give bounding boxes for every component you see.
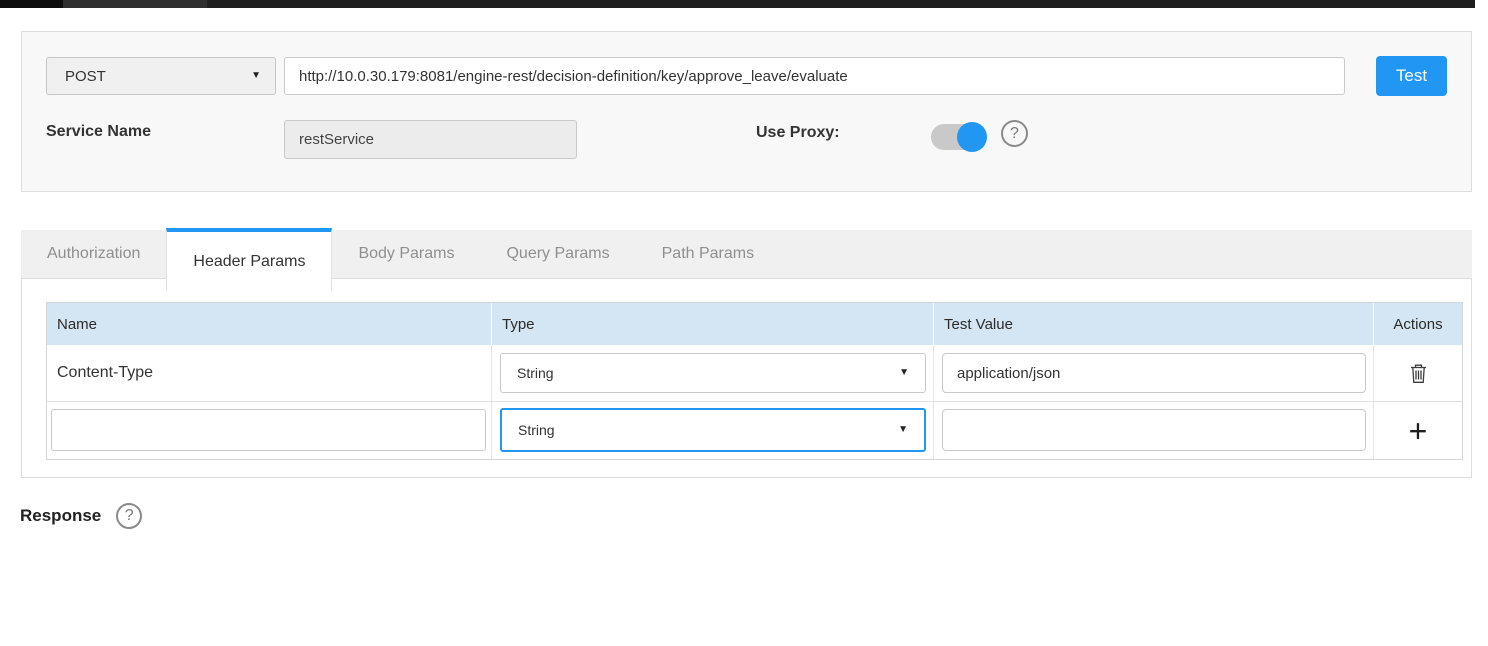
param-type-select-focused[interactable]: String ▼ [500,408,926,452]
table-row: Content-Type String ▼ [47,345,1462,401]
tab-body-params[interactable]: Body Params [332,230,480,278]
service-name-input[interactable] [284,120,577,159]
param-name-text: Content-Type [57,364,153,382]
use-proxy-label: Use Proxy: [756,124,840,142]
http-method-value: POST [65,68,106,85]
add-row-button[interactable]: + [1409,419,1428,443]
toggle-knob-icon [957,122,987,152]
column-header-test-value: Test Value [934,303,1374,345]
response-label: Response [20,506,101,526]
response-help-icon[interactable]: ? [116,503,142,529]
table-row: String ▼ + [47,401,1462,459]
tab-content-panel: Name Type Test Value Actions Content-Typ… [21,278,1472,478]
request-config-panel: POST ▼ Test Service Name Use Proxy: ? [21,31,1472,192]
tab-query-params[interactable]: Query Params [480,230,635,278]
param-type-value: String [518,422,555,438]
column-header-type: Type [492,303,934,345]
params-tab-bar: Authorization Header Params Body Params … [21,230,1472,278]
column-header-actions: Actions [1374,303,1462,345]
window-bar-dark-segment [0,0,63,8]
test-value-input[interactable] [942,353,1366,393]
param-type-select[interactable]: String ▼ [500,353,926,393]
table-header-row: Name Type Test Value Actions [47,303,1462,345]
test-button[interactable]: Test [1376,56,1447,96]
service-name-label: Service Name [46,123,151,141]
response-section: Response ? [20,503,142,529]
tab-path-params[interactable]: Path Params [636,230,780,278]
url-input[interactable] [284,57,1345,95]
plus-icon: + [1409,413,1428,449]
proxy-help-icon[interactable]: ? [1001,120,1028,147]
delete-row-button[interactable] [1407,360,1430,386]
column-header-name: Name [47,303,492,345]
param-name-input[interactable] [51,409,486,451]
chevron-down-icon: ▼ [898,425,908,435]
tab-authorization[interactable]: Authorization [21,230,166,278]
param-type-value: String [517,365,554,381]
http-method-select[interactable]: POST ▼ [46,57,276,95]
window-tab-segment [63,0,207,8]
window-top-bar [0,0,1475,8]
use-proxy-toggle[interactable] [931,124,985,150]
chevron-down-icon: ▼ [251,71,261,81]
tab-header-params[interactable]: Header Params [166,228,332,291]
params-table: Name Type Test Value Actions Content-Typ… [46,302,1463,460]
chevron-down-icon: ▼ [899,368,909,378]
test-value-input[interactable] [942,409,1366,451]
trash-icon [1409,372,1428,387]
